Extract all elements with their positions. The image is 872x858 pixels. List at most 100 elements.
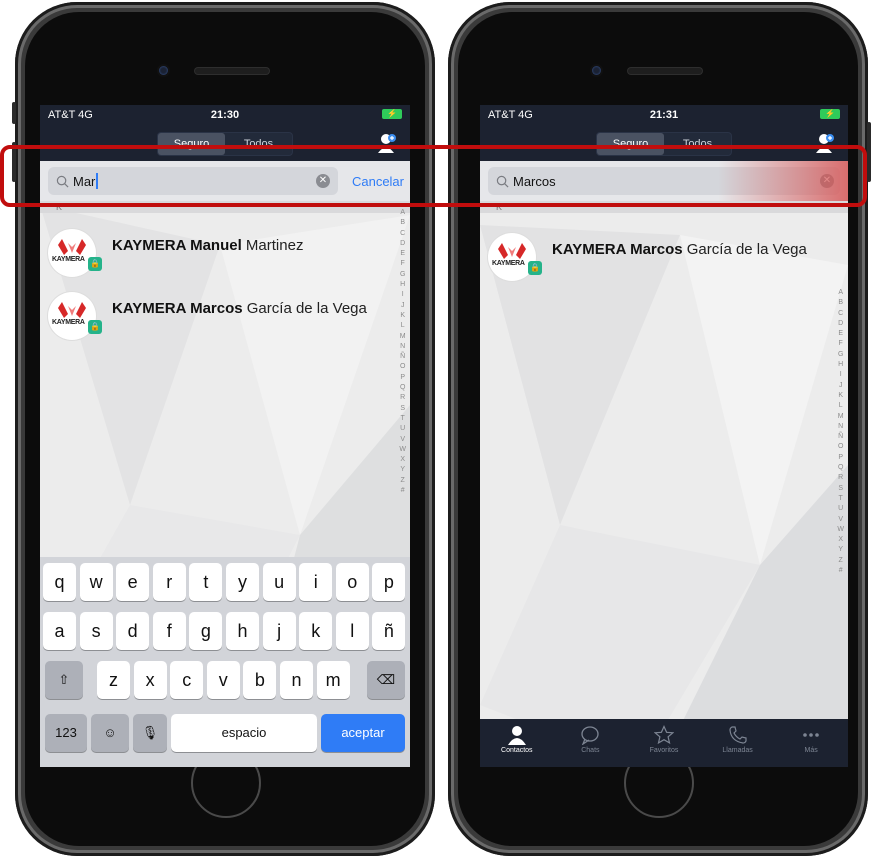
alphabet-index-letter[interactable]: E: [838, 329, 843, 339]
alphabet-index-letter[interactable]: N: [838, 422, 843, 432]
alphabet-index-letter[interactable]: M: [838, 412, 844, 422]
alphabet-index-letter[interactable]: Ñ: [400, 352, 405, 362]
key-r[interactable]: r: [152, 563, 186, 601]
alphabet-index-letter[interactable]: K: [838, 391, 843, 401]
alphabet-index-letter[interactable]: J: [839, 381, 843, 391]
alphabet-index-letter[interactable]: #: [401, 486, 405, 496]
key-w[interactable]: w: [79, 563, 113, 601]
alphabet-index-letter[interactable]: U: [838, 504, 843, 514]
key-d[interactable]: d: [116, 612, 150, 650]
delete-key[interactable]: ⌫: [367, 661, 405, 699]
alphabet-index-letter[interactable]: N: [400, 342, 405, 352]
key-t[interactable]: t: [189, 563, 223, 601]
alphabet-index-letter[interactable]: D: [838, 319, 843, 329]
alphabet-index-letter[interactable]: O: [838, 442, 843, 452]
alphabet-index-letter[interactable]: C: [838, 309, 843, 319]
alphabet-index-letter[interactable]: A: [400, 208, 405, 218]
accept-key[interactable]: aceptar: [321, 714, 405, 752]
alphabet-index-letter[interactable]: W: [399, 445, 406, 455]
key-x[interactable]: x: [133, 661, 167, 699]
alphabet-index-letter[interactable]: X: [400, 455, 405, 465]
alphabet-index-letter[interactable]: T: [839, 494, 843, 504]
alphabet-index-letter[interactable]: O: [400, 362, 405, 372]
alphabet-index-letter[interactable]: P: [400, 373, 405, 383]
tab-favoritos[interactable]: Favoritos: [627, 719, 701, 767]
alphabet-index-letter[interactable]: T: [401, 414, 405, 424]
key-c[interactable]: c: [170, 661, 204, 699]
key-i[interactable]: i: [299, 563, 333, 601]
alphabet-index-letter[interactable]: M: [400, 332, 406, 342]
microphone-key[interactable]: 🎙: [133, 714, 167, 752]
alphabet-index-letter[interactable]: R: [838, 473, 843, 483]
key-g[interactable]: g: [189, 612, 223, 650]
key-e[interactable]: e: [116, 563, 150, 601]
emoji-key[interactable]: ☺: [91, 714, 129, 752]
key-l[interactable]: l: [335, 612, 369, 650]
space-key[interactable]: espacio: [171, 714, 317, 752]
alphabet-index-letter[interactable]: P: [838, 453, 843, 463]
alphabet-index-letter[interactable]: Q: [400, 383, 405, 393]
key-s[interactable]: s: [79, 612, 113, 650]
key-y[interactable]: y: [226, 563, 259, 601]
alphabet-index-letter[interactable]: K: [400, 311, 405, 321]
numbers-key[interactable]: 123: [45, 714, 87, 752]
key-z[interactable]: z: [97, 661, 130, 699]
alphabet-index-letter[interactable]: F: [401, 259, 405, 269]
alphabet-index-letter[interactable]: B: [838, 298, 843, 308]
tab-llamadas[interactable]: Llamadas: [701, 719, 775, 767]
key-b[interactable]: b: [243, 661, 277, 699]
alphabet-index-letter[interactable]: V: [838, 515, 843, 525]
alphabet-index-letter[interactable]: L: [401, 321, 405, 331]
alphabet-index-letter[interactable]: U: [400, 424, 405, 434]
key-f[interactable]: f: [152, 612, 186, 650]
key-m[interactable]: m: [316, 661, 350, 699]
key-k[interactable]: k: [299, 612, 333, 650]
alphabet-index-letter[interactable]: C: [400, 229, 405, 239]
alphabet-index[interactable]: A B C D E F G H I J K L M N Ñ O P Q R S T U V W X Y Z #: [399, 208, 406, 496]
alphabet-index-letter[interactable]: S: [400, 404, 405, 414]
alphabet-index-letter[interactable]: G: [838, 350, 843, 360]
shift-key[interactable]: ⇧: [45, 661, 83, 699]
key-j[interactable]: j: [262, 612, 296, 650]
key-o[interactable]: o: [335, 563, 369, 601]
tab-contactos[interactable]: Contactos: [480, 719, 554, 767]
key-h[interactable]: h: [226, 612, 259, 650]
alphabet-index-letter[interactable]: S: [838, 484, 843, 494]
alphabet-index-letter[interactable]: B: [400, 218, 405, 228]
alphabet-index-letter[interactable]: J: [401, 301, 405, 311]
key-v[interactable]: v: [206, 661, 240, 699]
alphabet-index-letter[interactable]: R: [400, 393, 405, 403]
alphabet-index-letter[interactable]: F: [839, 339, 843, 349]
alphabet-index-letter[interactable]: Q: [838, 463, 843, 473]
alphabet-index-letter[interactable]: L: [839, 401, 843, 411]
alphabet-index-letter[interactable]: Z: [839, 556, 843, 566]
alphabet-index-letter[interactable]: D: [400, 239, 405, 249]
key-p[interactable]: p: [372, 563, 406, 601]
alphabet-index[interactable]: A B C D E F G H I J K L M N Ñ O P Q R S T U V W X Y Z #: [837, 288, 844, 576]
alphabet-index-letter[interactable]: Y: [838, 545, 843, 555]
alphabet-index-letter[interactable]: X: [838, 535, 843, 545]
contact-row[interactable]: KAYMERA 🔒 KAYMERA Manuel Martinez: [40, 225, 390, 283]
alphabet-index-letter[interactable]: G: [400, 270, 405, 280]
alphabet-index-letter[interactable]: Z: [401, 476, 405, 486]
alphabet-index-letter[interactable]: H: [838, 360, 843, 370]
alphabet-index-letter[interactable]: I: [402, 290, 404, 300]
key-u[interactable]: u: [262, 563, 296, 601]
contact-row[interactable]: KAYMERA 🔒 KAYMERA Marcos García de la Ve…: [40, 288, 390, 346]
alphabet-index-letter[interactable]: W: [837, 525, 844, 535]
key-n[interactable]: n: [280, 661, 313, 699]
tab-chats[interactable]: Chats: [554, 719, 628, 767]
key-a[interactable]: a: [43, 612, 76, 650]
key-q[interactable]: q: [43, 563, 76, 601]
alphabet-index-letter[interactable]: Y: [400, 465, 405, 475]
alphabet-index-letter[interactable]: I: [840, 370, 842, 380]
alphabet-index-letter[interactable]: A: [838, 288, 843, 298]
tab-mas[interactable]: Más: [774, 719, 848, 767]
alphabet-index-letter[interactable]: E: [400, 249, 405, 259]
contact-row[interactable]: KAYMERA 🔒 KAYMERA Marcos García de la Ve…: [480, 229, 828, 287]
key-ñ[interactable]: ñ: [372, 612, 406, 650]
alphabet-index-letter[interactable]: Ñ: [838, 432, 843, 442]
alphabet-index-letter[interactable]: V: [400, 435, 405, 445]
alphabet-index-letter[interactable]: H: [400, 280, 405, 290]
alphabet-index-letter[interactable]: #: [839, 566, 843, 576]
